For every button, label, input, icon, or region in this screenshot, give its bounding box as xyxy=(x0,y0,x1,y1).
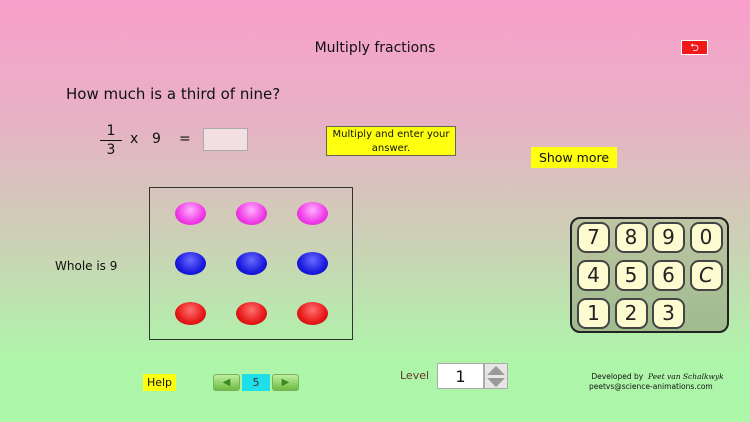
level-up-icon[interactable] xyxy=(487,366,505,375)
page-title: Multiply fractions xyxy=(314,40,436,56)
help-button[interactable]: Help xyxy=(143,374,176,391)
red-dot xyxy=(175,302,206,325)
keypad: 7890 456C 123 xyxy=(570,217,729,333)
key-8[interactable]: 8 xyxy=(614,222,648,253)
key-6[interactable]: 6 xyxy=(652,260,685,291)
pink-dot xyxy=(236,202,267,225)
key-c[interactable]: C xyxy=(689,260,723,291)
key-2[interactable]: 2 xyxy=(614,298,648,329)
credit: Developed by Peet van Schalkwyk peetvs@s… xyxy=(589,372,724,392)
fraction: 1 3 xyxy=(100,123,122,158)
pink-dot xyxy=(175,202,206,225)
key-3[interactable]: 3 xyxy=(652,298,685,329)
key-9[interactable]: 9 xyxy=(652,222,685,253)
back-button[interactable]: ⮌ xyxy=(681,40,708,55)
red-dot xyxy=(297,302,328,325)
prev-page-button[interactable]: ◀ xyxy=(213,374,240,391)
hint-box: Multiply and enter your answer. xyxy=(326,126,456,156)
numerator: 1 xyxy=(106,123,116,139)
key-0[interactable]: 0 xyxy=(689,222,723,253)
key-4[interactable]: 4 xyxy=(577,260,610,291)
blue-dot xyxy=(297,252,328,275)
key-5[interactable]: 5 xyxy=(614,260,648,291)
blue-dot xyxy=(175,252,206,275)
credit-author: Peet van Schalkwyk xyxy=(648,372,724,381)
key-7[interactable]: 7 xyxy=(577,222,610,253)
factor: 9 xyxy=(152,131,161,147)
fraction-bar xyxy=(100,140,122,141)
next-page-button[interactable]: ▶ xyxy=(272,374,299,391)
whole-label: Whole is 9 xyxy=(55,259,118,273)
question-text: How much is a third of nine? xyxy=(66,85,281,103)
level-label: Level xyxy=(400,369,430,382)
credit-email[interactable]: peetvs@science-animations.com xyxy=(589,382,724,392)
blue-dot xyxy=(236,252,267,275)
key-1[interactable]: 1 xyxy=(577,298,610,329)
dot-grid xyxy=(149,187,353,340)
red-dot xyxy=(236,302,267,325)
level-down-icon[interactable] xyxy=(487,378,505,387)
times-sign: x xyxy=(130,131,139,147)
credit-prefix: Developed by xyxy=(591,372,644,381)
denominator: 3 xyxy=(106,142,116,158)
page-number: 5 xyxy=(242,374,270,391)
show-more-button[interactable]: Show more xyxy=(531,147,617,168)
equals-sign: = xyxy=(179,131,191,147)
pink-dot xyxy=(297,202,328,225)
answer-input[interactable] xyxy=(203,128,248,151)
level-stepper[interactable] xyxy=(484,363,508,389)
back-arrow-icon: ⮌ xyxy=(690,41,699,54)
level-input[interactable]: 1 xyxy=(437,363,484,389)
